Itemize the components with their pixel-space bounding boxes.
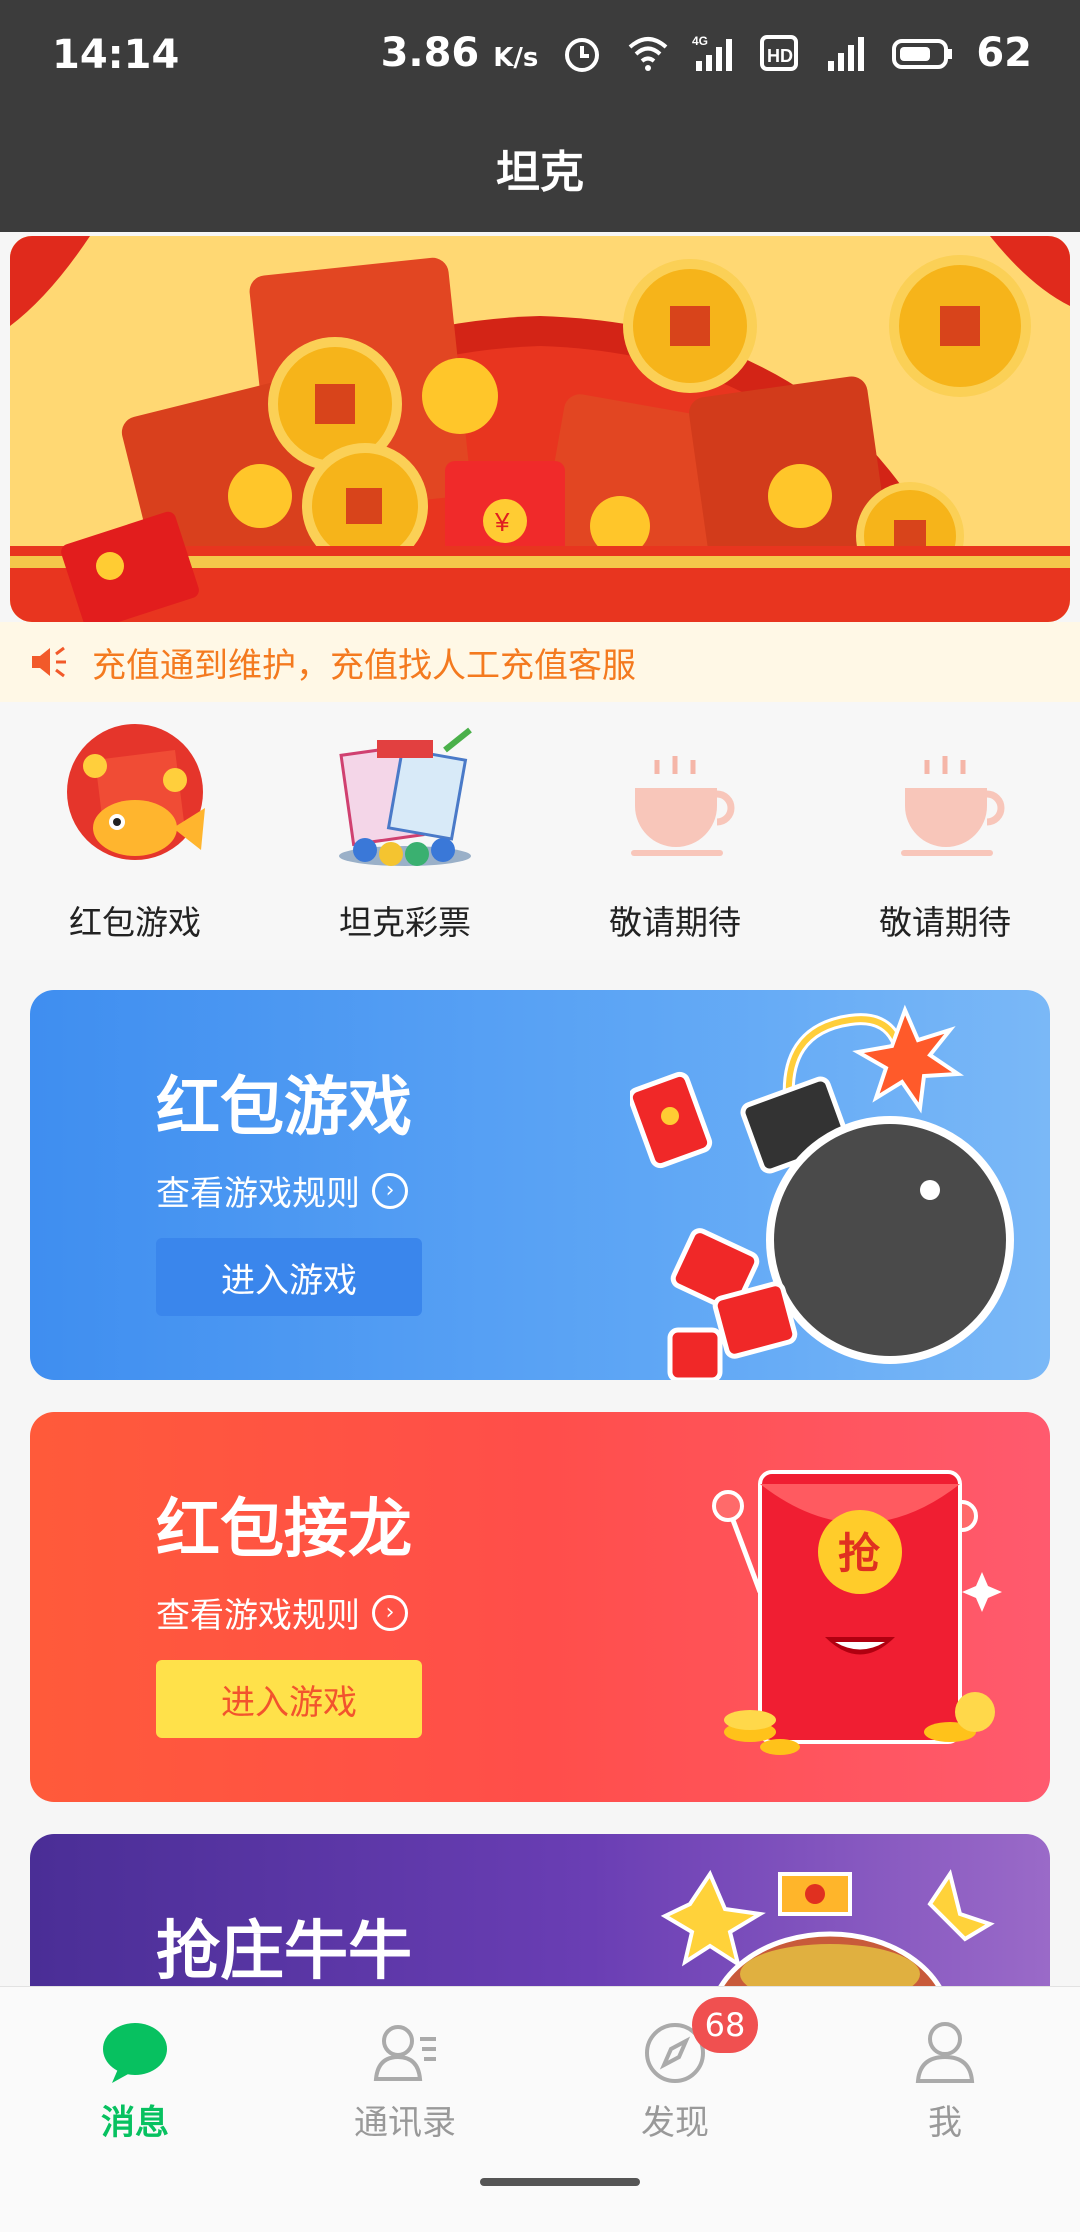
coffee-cup-icon	[631, 756, 735, 856]
card-title: 红包接龙	[156, 1493, 412, 1567]
person-icon	[915, 2022, 975, 2083]
hd-icon: HD	[760, 35, 799, 71]
quick-item-coming-soon-2[interactable]: 敬请期待	[810, 720, 1080, 944]
svg-text:HD: HD	[767, 46, 793, 66]
quick-item-lottery[interactable]: 坦克彩票	[270, 720, 540, 944]
card-title: 抢庄牛牛	[156, 1915, 412, 1989]
wifi-icon	[629, 37, 668, 71]
tab-label: 消息	[101, 2103, 169, 2143]
red-packet-fish-icon	[67, 724, 205, 860]
chevron-right-icon: ›	[372, 1172, 408, 1209]
status-time: 14:14	[52, 32, 180, 78]
network-speed-value: 3.86	[380, 30, 480, 76]
chat-bubble-icon	[103, 2023, 167, 2083]
red-packet-grab-char: 抢	[838, 1529, 881, 1578]
enter-game-button[interactable]: 进入游戏	[156, 1238, 422, 1316]
quick-item-coming-soon-1[interactable]: 敬请期待	[540, 720, 810, 944]
bomb-illustration	[630, 1004, 1014, 1380]
quick-item-red-packet-game[interactable]: 红包游戏	[0, 720, 270, 944]
page-title: 坦克	[496, 147, 584, 198]
battery-icon	[892, 39, 953, 69]
notice-bar[interactable]: 充值通到维护，充值找人工充值客服	[0, 622, 1080, 702]
svg-text:4G: 4G	[692, 34, 708, 48]
battery-level: 62	[976, 30, 1032, 76]
status-icons: 3.86 K/s 4G HD 62	[381, 30, 1032, 76]
game-card-red-packet-relay[interactable]: 抢 红包接龙 查看游戏规则 › 进入游戏	[30, 1412, 1050, 1802]
rules-link-text: 查看游戏规则	[156, 1174, 360, 1214]
game-rules-link[interactable]: 查看游戏规则 ›	[156, 1166, 408, 1215]
rules-link-text: 查看游戏规则	[156, 1596, 360, 1636]
top-bar: 坦克	[0, 112, 1080, 232]
tab-label: 我	[928, 2103, 962, 2143]
home-indicator[interactable]	[480, 2178, 640, 2186]
tab-label: 通讯录	[354, 2103, 456, 2143]
bingo-lottery-icon	[339, 727, 472, 866]
tab-discover[interactable]: 发现 68	[540, 1997, 810, 2144]
chevron-right-icon: ›	[372, 1594, 408, 1631]
enter-game-button[interactable]: 进入游戏	[156, 1660, 422, 1738]
status-bar: 14:14 3.86 K/s 4G HD 62	[0, 0, 1080, 112]
tab-contacts[interactable]: 通讯录	[270, 2017, 540, 2144]
signal-icon	[828, 37, 865, 71]
network-speed: 3.86 K/s	[381, 30, 539, 76]
notification-badge: 68	[692, 1997, 758, 2053]
speaker-icon	[32, 646, 66, 678]
quick-item-label: 敬请期待	[879, 903, 1011, 942]
promo-banner[interactable]: ¥	[10, 236, 1070, 622]
red-packet-mascot-illustration: 抢	[712, 1470, 1002, 1755]
bottom-tab-bar: 消息 通讯录 发现 68 我	[0, 1986, 1080, 2232]
game-card-red-packet[interactable]: 红包游戏 查看游戏规则 › 进入游戏	[30, 990, 1050, 1380]
alarm-icon	[565, 38, 600, 72]
tab-label: 发现	[641, 2103, 709, 2143]
card-title: 红包游戏	[156, 1071, 412, 1145]
coffee-cup-icon	[901, 756, 1005, 856]
red-packet-banner-illustration: ¥	[10, 236, 1070, 622]
tab-messages[interactable]: 消息	[0, 2017, 270, 2144]
tab-me[interactable]: 我	[810, 2017, 1080, 2144]
signal-4g-icon: 4G	[692, 34, 733, 71]
quick-menu: 红包游戏 坦克彩票 敬请期待 敬请期待	[0, 702, 1080, 960]
contacts-icon	[373, 2025, 436, 2081]
svg-text:¥: ¥	[494, 507, 510, 537]
quick-item-label: 坦克彩票	[339, 903, 471, 942]
game-rules-link[interactable]: 查看游戏规则 ›	[156, 1588, 408, 1637]
notice-text: 充值通到维护，充值找人工充值客服	[92, 645, 636, 686]
network-speed-unit: K/s	[493, 43, 539, 73]
quick-item-label: 敬请期待	[609, 903, 741, 942]
quick-item-label: 红包游戏	[69, 903, 201, 942]
